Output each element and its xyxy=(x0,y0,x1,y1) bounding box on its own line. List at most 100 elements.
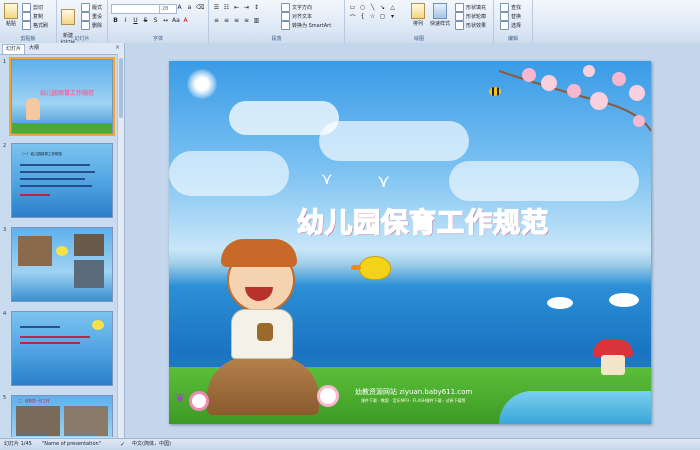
slide-thumbnail-1[interactable]: 1 幼儿园保育工作规范 xyxy=(0,57,118,137)
bracket-shape-icon[interactable]: { xyxy=(359,13,366,22)
slide-thumbnail-3[interactable]: 3 xyxy=(0,227,118,305)
smartart-label: 转换为 SmartArt xyxy=(292,23,332,29)
thumbnail-number: 1 xyxy=(3,59,7,65)
thumbnail-image: 二、保育员一日工作 xyxy=(11,395,113,437)
slide-thumbnail-5[interactable]: 5 二、保育员一日工作 xyxy=(0,395,118,437)
thumbnail-number: 4 xyxy=(3,311,7,317)
paste-button[interactable]: 粘贴 xyxy=(3,3,19,27)
columns-icon[interactable]: ▥ xyxy=(253,17,260,24)
select-button[interactable]: 选择 xyxy=(500,21,521,30)
close-pane-icon[interactable]: × xyxy=(115,44,120,51)
copy-label: 复制 xyxy=(33,14,44,20)
delete-label: 删除 xyxy=(92,23,103,29)
butterfly: ❦ xyxy=(175,391,186,405)
align-text-icon xyxy=(281,12,290,21)
format-painter-button[interactable]: 格式刷 xyxy=(22,21,48,30)
shapes-gallery-row2[interactable]: ⌒{☆ ◻ ▾ xyxy=(349,13,396,22)
char-spacing-icon[interactable]: ↔ xyxy=(162,17,169,24)
oval-shape-icon[interactable]: ○ xyxy=(359,4,366,11)
quick-styles-label: 快速样式 xyxy=(429,21,450,27)
editing-group-label: 编辑 xyxy=(507,36,518,42)
line-spacing-icon[interactable]: ↕ xyxy=(253,4,260,11)
slide-position: 幻灯片 1/45 xyxy=(4,441,32,447)
increase-indent-icon[interactable]: ⇥ xyxy=(243,4,250,11)
quick-styles-icon xyxy=(433,3,447,19)
slide-thumbnail-2[interactable]: 2 （一）幼儿园保育工作规范 xyxy=(0,143,118,221)
font-color-icon[interactable]: A xyxy=(182,17,189,24)
more-shapes-icon[interactable]: ▾ xyxy=(389,13,396,22)
smartart-icon xyxy=(281,21,290,30)
cut-button[interactable]: 剪切 xyxy=(22,3,43,12)
decrease-indent-icon[interactable]: ⇤ xyxy=(233,4,240,11)
align-center-icon[interactable]: ≡ xyxy=(223,17,230,24)
thumbnail-text-line xyxy=(20,178,85,180)
quick-styles-button[interactable]: 快速样式 xyxy=(429,3,451,27)
thumbnail-text-line xyxy=(20,342,80,344)
justify-icon[interactable]: ≡ xyxy=(243,17,250,24)
underline-icon[interactable]: U xyxy=(132,17,139,24)
replace-button[interactable]: 替换 xyxy=(500,12,521,21)
select-icon xyxy=(500,21,509,30)
find-button[interactable]: 查找 xyxy=(500,3,521,12)
delete-button[interactable]: 删除 xyxy=(81,21,102,30)
thumbnail-photo xyxy=(16,406,60,436)
delete-icon xyxy=(81,21,90,30)
thumbnail-scrollbar[interactable] xyxy=(117,54,124,438)
triangle-shape-icon[interactable]: △ xyxy=(389,4,396,11)
shrink-font-icon[interactable]: a xyxy=(186,4,193,11)
find-icon xyxy=(500,3,509,12)
slide-title[interactable]: 幼儿园保育工作规范 xyxy=(296,201,549,240)
list-buttons: ☰ ☷ ⇤ ⇥ ↕ xyxy=(213,4,260,11)
align-right-icon[interactable]: ≡ xyxy=(233,17,240,24)
arrange-button[interactable]: 排列 xyxy=(409,3,427,27)
numbering-icon[interactable]: ☷ xyxy=(223,4,230,11)
change-case-icon[interactable]: Aa xyxy=(172,17,180,24)
tab-slides[interactable]: 幻灯片 xyxy=(2,44,26,54)
font-size-select[interactable]: 28 xyxy=(159,4,177,14)
new-slide-icon xyxy=(61,9,75,25)
align-left-icon[interactable]: ≡ xyxy=(213,17,220,24)
arrow-shape-icon[interactable]: ↘ xyxy=(379,4,386,11)
copy-button[interactable]: 复制 xyxy=(22,12,43,21)
shapes-gallery[interactable]: ▭ ○ ╲ ↘ △ xyxy=(349,4,396,11)
line-shape-icon[interactable]: ╲ xyxy=(369,4,376,11)
slide-thumbnail-4[interactable]: 4 xyxy=(0,311,118,389)
tab-outline[interactable]: 大纲 xyxy=(26,44,42,53)
bullets-icon[interactable]: ☰ xyxy=(213,4,220,11)
scissors-icon xyxy=(22,3,31,12)
thumbnail-text-line xyxy=(20,171,95,173)
paragraph-group: ☰ ☷ ⇤ ⇥ ↕ ≡ ≡ ≡ ≡ ▥ 文字方向 对齐文本 转换为 SmartArt 段落 xyxy=(209,0,345,43)
align-buttons: ≡ ≡ ≡ ≡ ▥ xyxy=(213,17,260,24)
italic-icon[interactable]: I xyxy=(122,17,129,24)
thumbnail-girl xyxy=(26,98,40,120)
shape-outline-button[interactable]: 形状轮廓 xyxy=(455,12,486,21)
scrollbar-thumb[interactable] xyxy=(119,58,123,118)
star-shape-icon[interactable]: ☆ xyxy=(369,13,376,22)
copy-icon xyxy=(22,12,31,21)
font-name-select[interactable] xyxy=(111,4,160,14)
current-slide[interactable]: ⋎ ⋎ 幼儿园保育工作规范 ❦ 幼教资源网站 ziyuan.baby611.co… xyxy=(169,61,651,424)
thumbnail-text-line xyxy=(20,326,60,328)
align-text-button[interactable]: 对齐文本 xyxy=(281,12,312,21)
thumbnail-title: 幼儿园保育工作规范 xyxy=(40,90,95,97)
reset-button[interactable]: 重设 xyxy=(81,12,102,21)
text-direction-button[interactable]: 文字方向 xyxy=(281,3,312,12)
text-direction-label: 文字方向 xyxy=(292,5,313,11)
pane-tabs: 幻灯片 大纲 × xyxy=(0,43,124,55)
bold-icon[interactable]: B xyxy=(112,17,119,24)
callout-shape-icon[interactable]: ◻ xyxy=(379,13,386,22)
strikethrough-icon[interactable]: S xyxy=(142,17,149,24)
language-indicator[interactable]: 中文(简体，中国) xyxy=(132,439,171,450)
shadow-icon[interactable]: S xyxy=(152,17,159,24)
rectangle-shape-icon[interactable]: ▭ xyxy=(349,4,356,11)
clear-format-icon[interactable]: ⌫ xyxy=(196,4,204,11)
shape-fill-button[interactable]: 形状填充 xyxy=(455,3,486,12)
smartart-button[interactable]: 转换为 SmartArt xyxy=(281,21,331,30)
thumbnail-image: 幼儿园保育工作规范 xyxy=(9,57,115,136)
find-label: 查找 xyxy=(511,5,522,11)
grow-font-icon[interactable]: A xyxy=(176,4,183,11)
spellcheck-icon[interactable]: ✓ xyxy=(120,439,125,450)
layout-button[interactable]: 版式 xyxy=(81,3,102,12)
shape-effects-button[interactable]: 形状效果 xyxy=(455,21,486,30)
curve-shape-icon[interactable]: ⌒ xyxy=(349,13,356,22)
